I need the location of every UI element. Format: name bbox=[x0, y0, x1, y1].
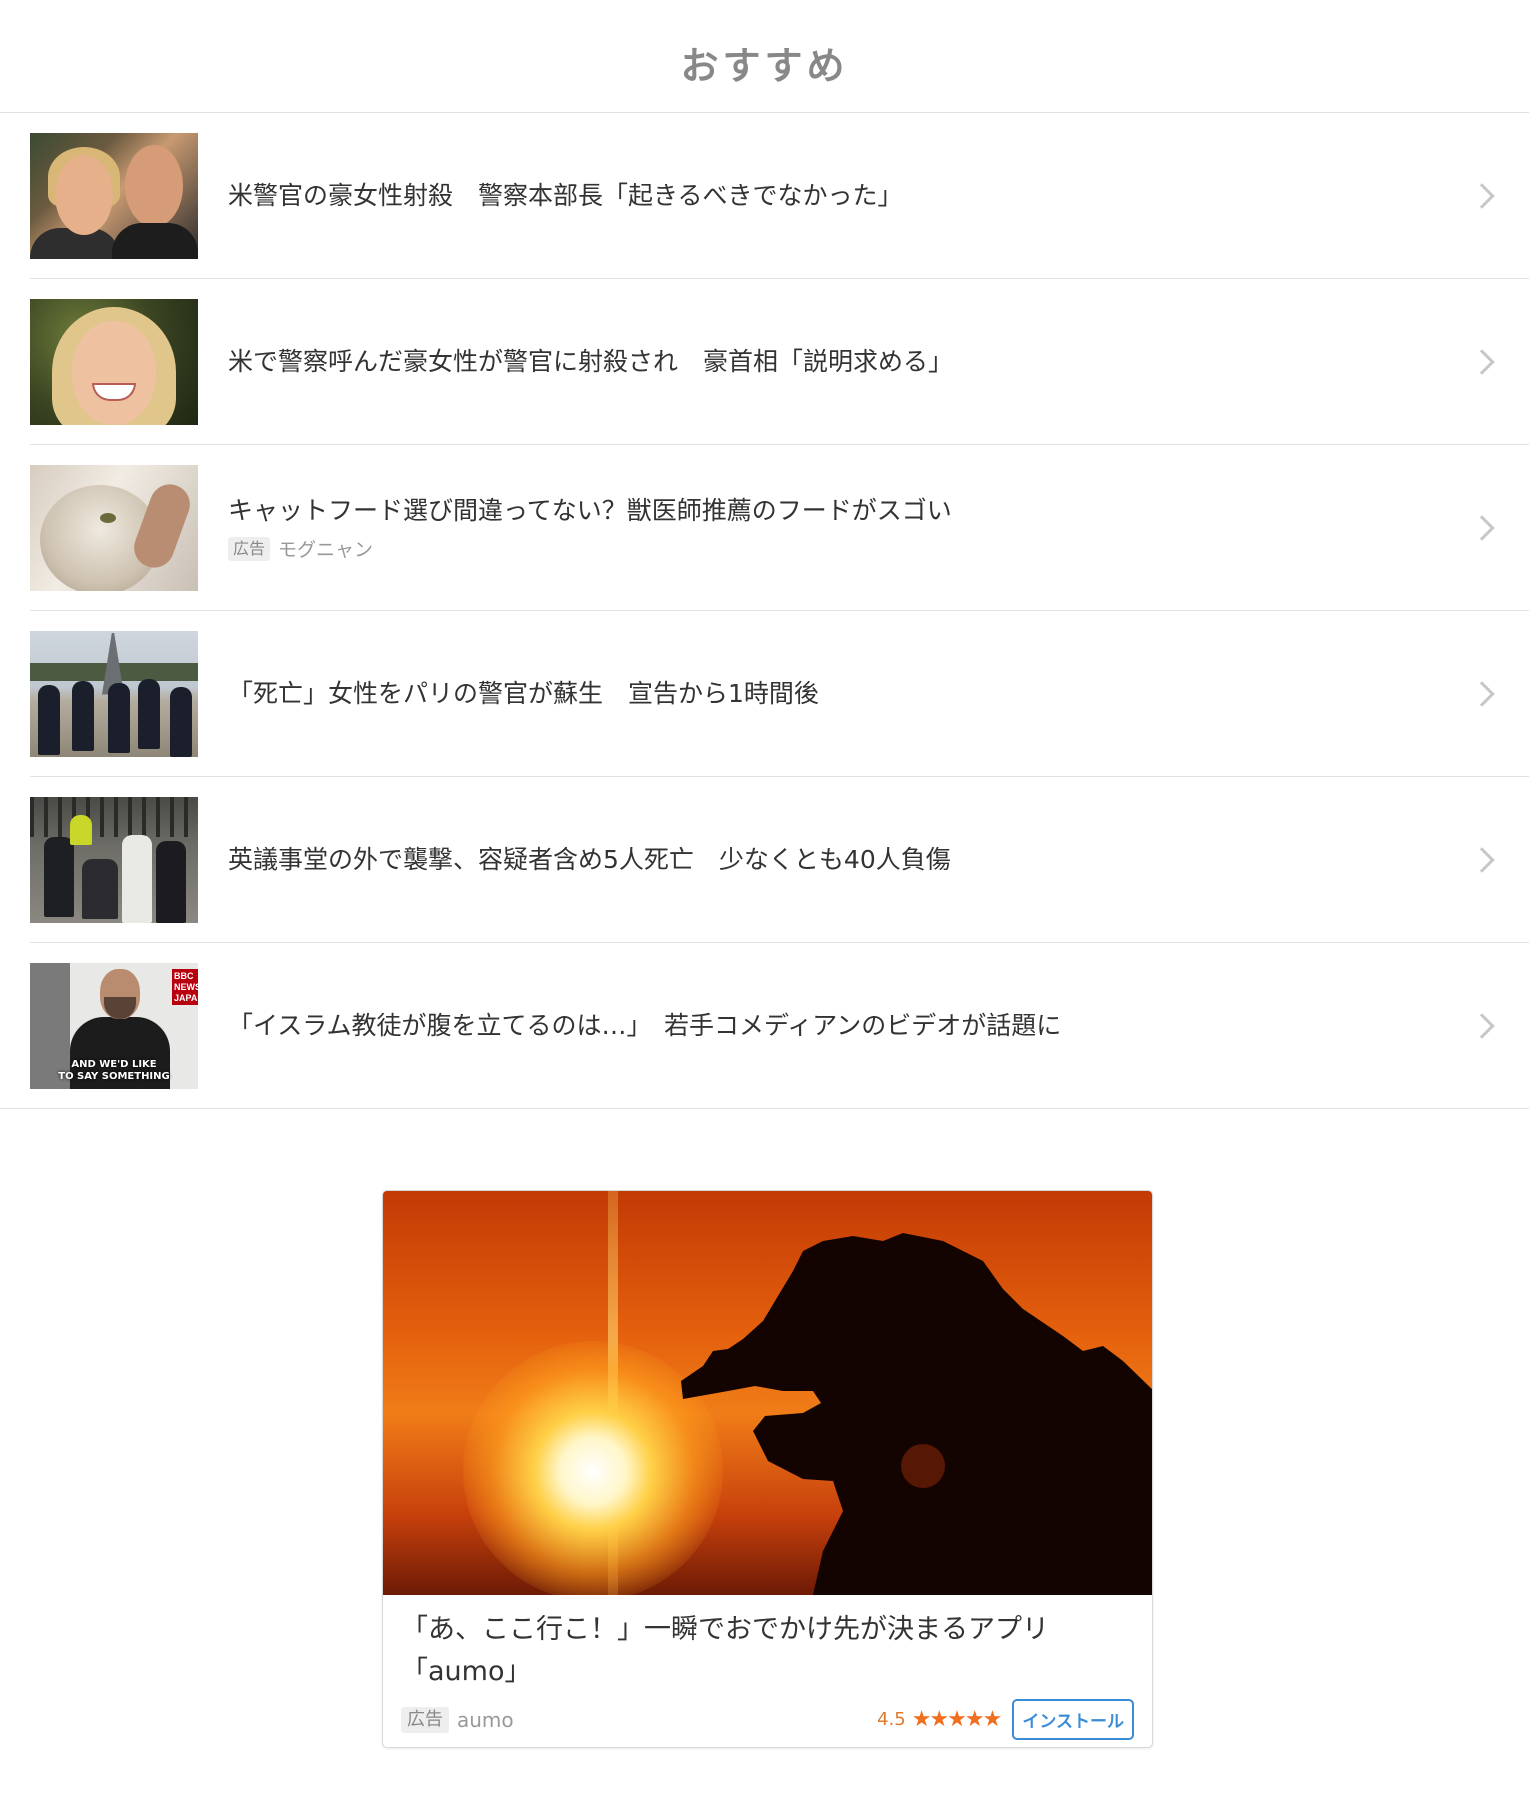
ad-title: 「あ、ここ行こ！」一瞬でおでかけ先が決まるアプリ 「aumo」 bbox=[401, 1614, 1049, 1687]
ad-image bbox=[383, 1191, 1152, 1595]
article-thumbnail bbox=[30, 298, 198, 425]
list-item[interactable]: 英議事堂の外で襲撃、容疑者含め5人死亡 少なくとも40人負傷 bbox=[30, 777, 1529, 943]
list-item[interactable]: BBC NEWS JAPAN AND WE'D LIKE TO SAY SOME… bbox=[0, 943, 1529, 1109]
article-title: 米で警察呼んだ豪女性が警官に射殺され 豪首相「説明求める」 bbox=[228, 346, 954, 376]
article-thumbnail bbox=[30, 796, 198, 923]
list-item[interactable]: 米警官の豪女性射殺 警察本部長「起きるべきでなかった」 bbox=[30, 113, 1529, 279]
article-title: 「イスラム教徒が腹を立てるのは…」 若手コメディアンのビデオが話題に bbox=[228, 1010, 1062, 1040]
list-item[interactable]: 「死亡」女性をパリの警官が蘇生 宣告から1時間後 bbox=[30, 611, 1529, 777]
ad-source: モグニャン bbox=[278, 539, 374, 561]
ad-badge: 広告 bbox=[228, 536, 271, 561]
article-title: 「死亡」女性をパリの警官が蘇生 宣告から1時間後 bbox=[228, 678, 819, 708]
article-thumbnail bbox=[30, 464, 198, 591]
ad-badge: 広告 bbox=[401, 1706, 449, 1733]
list-item[interactable]: キャットフード選び間違ってない？獣医師推薦のフードがスゴい 広告 モグニャン bbox=[30, 445, 1529, 611]
install-button[interactable]: インストール bbox=[1012, 1699, 1134, 1740]
star-rating-icon: ★★★★★ bbox=[911, 1707, 1003, 1732]
article-thumbnail bbox=[30, 630, 198, 757]
article-thumbnail: BBC NEWS JAPAN AND WE'D LIKE TO SAY SOME… bbox=[30, 962, 198, 1089]
article-title: キャットフード選び間違ってない？獣医師推薦のフードがスゴい bbox=[228, 496, 952, 525]
section-title: おすすめ bbox=[680, 43, 849, 88]
list-item[interactable]: 米で警察呼んだ豪女性が警官に射殺され 豪首相「説明求める」 bbox=[30, 279, 1529, 445]
article-title: 米警官の豪女性射殺 警察本部長「起きるべきでなかった」 bbox=[228, 180, 903, 210]
article-title: 英議事堂の外で襲撃、容疑者含め5人死亡 少なくとも40人負傷 bbox=[228, 844, 951, 874]
section-header: おすすめ bbox=[0, 0, 1529, 113]
ad-source: aumo bbox=[457, 1707, 514, 1732]
bbc-logo: BBC NEWS JAPAN bbox=[172, 968, 198, 1005]
article-thumbnail bbox=[30, 132, 198, 259]
article-list: 米警官の豪女性射殺 警察本部長「起きるべきでなかった」 米で警察呼んだ豪女性が警… bbox=[0, 113, 1529, 1109]
thumbnail-caption: AND WE'D LIKE TO SAY SOMETHING bbox=[58, 1058, 170, 1082]
recommendations-page: おすすめ 米警官の豪女性射殺 警察本部長「起きるべきでなかった」 米で警察呼んだ… bbox=[0, 0, 1536, 1812]
ad-card[interactable]: 「あ、ここ行こ！」一瞬でおでかけ先が決まるアプリ 「aumo」 広告 aumo … bbox=[382, 1190, 1153, 1748]
rating-value: 4.5 bbox=[877, 1709, 906, 1730]
